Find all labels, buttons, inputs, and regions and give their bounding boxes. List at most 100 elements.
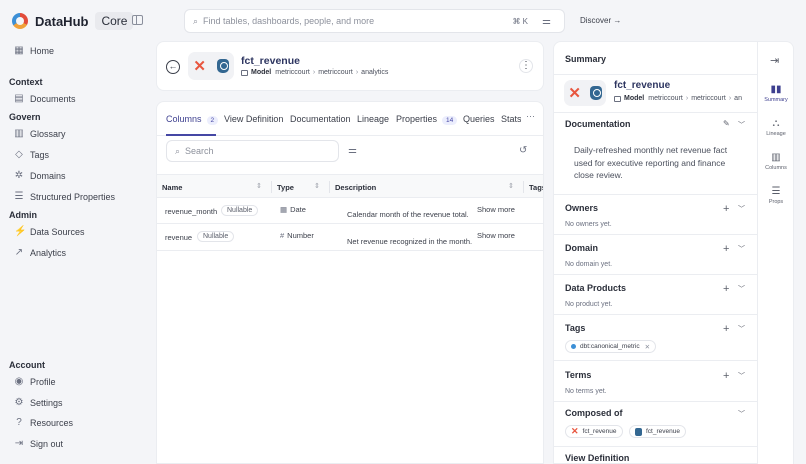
brand-tag: Core bbox=[95, 12, 134, 30]
column-description: Net revenue recognized in the month. bbox=[347, 237, 473, 246]
chevron-down-icon[interactable]: ﹀ bbox=[738, 409, 745, 419]
tabs-overflow-icon[interactable]: ··· bbox=[526, 111, 535, 121]
column-header-name[interactable]: Name bbox=[162, 183, 182, 192]
table-row[interactable]: revenue Nullable # Number Net revenue rec… bbox=[157, 225, 543, 251]
active-tab-indicator bbox=[166, 134, 216, 136]
divider bbox=[554, 112, 757, 113]
discover-link[interactable]: Discover → bbox=[580, 16, 621, 25]
domain-empty: No domain yet. bbox=[565, 261, 613, 268]
tab-documentation[interactable]: Documentation bbox=[290, 114, 351, 124]
tab-properties[interactable]: Properties 14 bbox=[396, 114, 458, 125]
sidebar-item-domains[interactable]: ✲ Domains bbox=[14, 169, 66, 183]
breadcrumb-item[interactable]: metriccourt bbox=[275, 69, 310, 76]
remove-tag-icon[interactable]: ✕ bbox=[645, 343, 650, 351]
table-row[interactable]: revenue_month Nullable ▦ Date Calendar mo… bbox=[157, 198, 543, 224]
entity-title[interactable]: fct_revenue bbox=[241, 55, 300, 67]
sidebar-item-tags[interactable]: ◇ Tags bbox=[14, 148, 49, 162]
tab-queries[interactable]: Queries bbox=[463, 114, 495, 124]
sidebar-collapse-icon[interactable] bbox=[132, 15, 143, 25]
add-owner-icon[interactable]: + bbox=[723, 204, 729, 215]
columns-icon: ▥ bbox=[771, 152, 781, 163]
sidebar-item-resources[interactable]: ? Resources bbox=[14, 416, 73, 430]
sidebar-section-govern: Govern bbox=[9, 112, 41, 122]
rail-props[interactable]: ☰ Props bbox=[758, 186, 794, 205]
column-search-input[interactable]: ⌕ Search bbox=[166, 140, 339, 162]
sidebar-item-structured-properties[interactable]: ☰ Structured Properties bbox=[14, 190, 116, 204]
history-icon[interactable]: ↺ bbox=[519, 145, 527, 156]
sidebar-item-analytics[interactable]: ↗ Analytics bbox=[14, 246, 66, 260]
show-more-link[interactable]: Show more bbox=[477, 205, 515, 214]
tag-pill[interactable]: dbt:canonical_metric ✕ bbox=[565, 340, 657, 353]
column-search-placeholder: Search bbox=[185, 146, 214, 156]
sort-icon[interactable]: ⇕ bbox=[508, 182, 514, 190]
breadcrumb-item[interactable]: analytics bbox=[361, 69, 388, 76]
tags-label: Tags bbox=[565, 323, 586, 333]
sidebar-item-home[interactable]: ▦ Home bbox=[14, 44, 54, 58]
add-tag-icon[interactable]: + bbox=[723, 324, 729, 335]
sidebar-item-data-sources[interactable]: ⚡ Data Sources bbox=[14, 225, 85, 239]
tag-icon: ◇ bbox=[15, 149, 23, 160]
chevron-down-icon[interactable]: ﹀ bbox=[738, 324, 745, 334]
column-header-tags[interactable]: Tags bbox=[529, 183, 543, 192]
sidebar-item-documents[interactable]: ▤ Documents bbox=[14, 92, 75, 106]
book-icon: ▥ bbox=[14, 128, 24, 139]
tab-columns[interactable]: Columns 2 bbox=[166, 114, 219, 125]
brand[interactable]: DataHub Core bbox=[12, 12, 134, 30]
edit-icon[interactable]: ✎ bbox=[723, 119, 730, 128]
right-rail: ⇥ ▮▮ Summary ⛬ Lineage ▥ Columns ☰ Props bbox=[758, 41, 794, 464]
rail-summary[interactable]: ▮▮ Summary bbox=[758, 84, 794, 103]
breadcrumb-item[interactable]: an bbox=[734, 95, 742, 102]
tab-view-definition[interactable]: View Definition bbox=[224, 114, 283, 124]
filter-sliders-icon[interactable]: ⚌ bbox=[542, 16, 554, 27]
add-product-icon[interactable]: + bbox=[723, 284, 729, 295]
chevron-down-icon[interactable]: ﹀ bbox=[738, 371, 745, 381]
sidebar-item-profile[interactable]: ◉ Profile bbox=[14, 375, 56, 389]
rail-lineage[interactable]: ⛬ Lineage bbox=[758, 118, 794, 137]
entity-header-card: ← ✕ fct_revenue Model metriccourt › metri… bbox=[156, 41, 544, 91]
column-header-type[interactable]: Type bbox=[277, 183, 294, 192]
documentation-label: Documentation bbox=[565, 119, 631, 129]
summary-entity-title[interactable]: fct_revenue bbox=[614, 80, 670, 91]
chevron-down-icon[interactable]: ﹀ bbox=[738, 244, 745, 254]
model-icon bbox=[614, 95, 621, 102]
postgres-logo-icon bbox=[216, 59, 229, 73]
domain-icon: ✲ bbox=[14, 170, 24, 181]
datahub-logo-icon bbox=[12, 13, 28, 29]
composed-entity-pill[interactable]: fct_revenue bbox=[629, 425, 686, 438]
view-definition-label: View Definition bbox=[565, 453, 630, 463]
search-icon: ⌕ bbox=[193, 15, 199, 26]
chevron-down-icon[interactable]: ﹀ bbox=[738, 120, 745, 130]
add-domain-icon[interactable]: + bbox=[723, 244, 729, 255]
breadcrumb-item[interactable]: metriccourt bbox=[691, 95, 726, 102]
search-placeholder: Find tables, dashboards, people, and mor… bbox=[203, 16, 375, 26]
products-empty: No product yet. bbox=[565, 301, 613, 308]
composed-entity-pill[interactable]: ✕ fct_revenue bbox=[565, 425, 623, 438]
breadcrumb-item[interactable]: metriccourt bbox=[648, 95, 683, 102]
chevron-down-icon[interactable]: ﹀ bbox=[738, 204, 745, 214]
divider bbox=[554, 360, 757, 361]
tab-stats[interactable]: Stats bbox=[501, 114, 521, 124]
model-icon bbox=[241, 69, 248, 76]
show-more-link[interactable]: Show more bbox=[477, 231, 515, 240]
collapse-panel-icon[interactable]: ⇥ bbox=[770, 54, 779, 67]
column-description: Calendar month of the revenue total. bbox=[347, 210, 469, 219]
sidebar-item-glossary[interactable]: ▥ Glossary bbox=[14, 127, 65, 141]
sort-icon[interactable]: ⇕ bbox=[256, 182, 262, 190]
filter-sliders-icon[interactable]: ⚌ bbox=[348, 145, 357, 156]
sidebar-item-sign-out[interactable]: ⇥ Sign out bbox=[14, 437, 63, 451]
sort-icon[interactable]: ⇕ bbox=[314, 182, 320, 190]
nullable-badge: Nullable bbox=[221, 205, 259, 216]
column-divider bbox=[329, 181, 330, 193]
chevron-down-icon[interactable]: ﹀ bbox=[738, 284, 745, 294]
add-term-icon[interactable]: + bbox=[723, 371, 729, 382]
global-search-input[interactable]: ⌕ Find tables, dashboards, people, and m… bbox=[184, 9, 565, 33]
composed-of-label: Composed of bbox=[565, 408, 623, 418]
sidebar-item-settings[interactable]: ⚙ Settings bbox=[14, 396, 63, 410]
plug-icon: ⚡ bbox=[14, 226, 27, 237]
back-arrow-icon[interactable]: ← bbox=[166, 60, 180, 74]
rail-columns[interactable]: ▥ Columns bbox=[758, 152, 794, 171]
breadcrumb-item[interactable]: metriccourt bbox=[318, 69, 353, 76]
more-menu-icon[interactable]: ⋮ bbox=[519, 59, 533, 73]
tab-lineage[interactable]: Lineage bbox=[357, 114, 389, 124]
column-header-description[interactable]: Description bbox=[335, 183, 376, 192]
